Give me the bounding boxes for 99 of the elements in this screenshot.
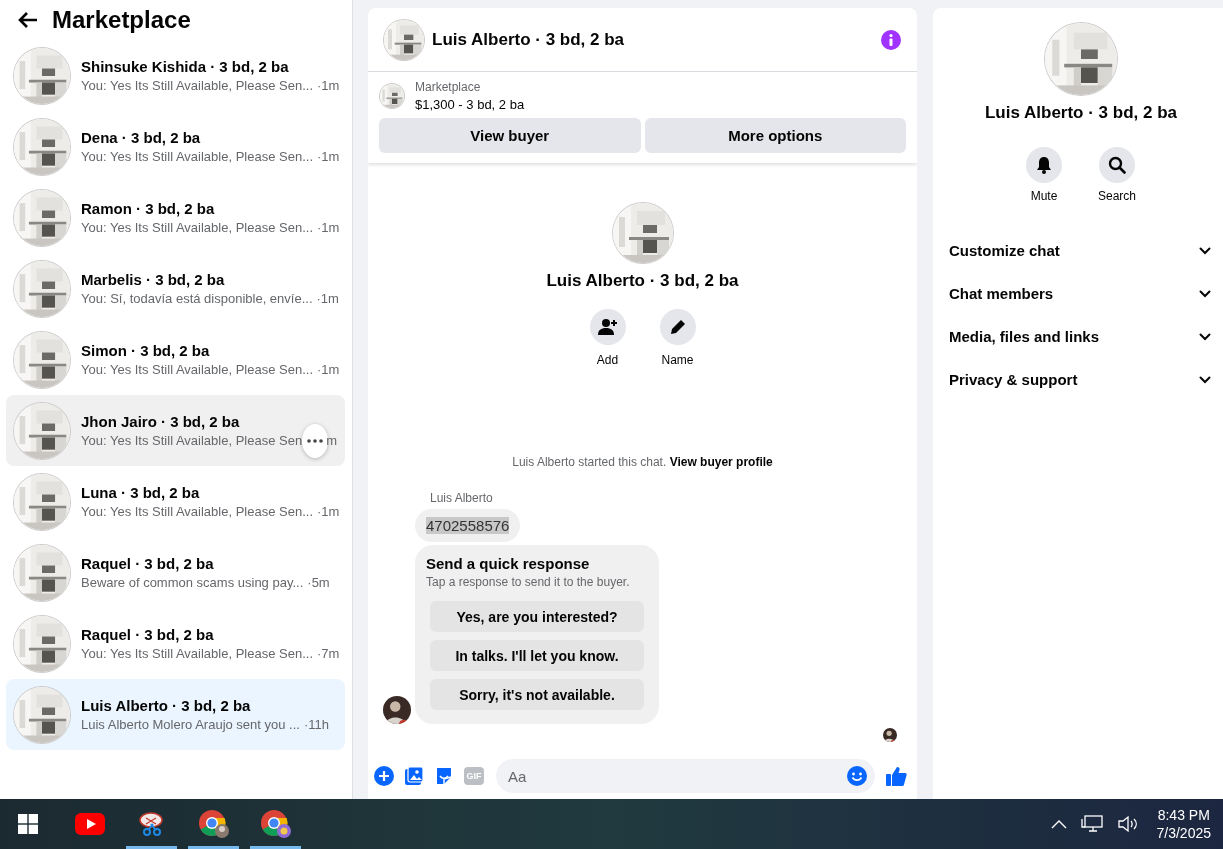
conversation-name: Raquel · 3 bd, 2 ba: [81, 555, 215, 572]
message-time: ·1m: [316, 291, 339, 306]
message-bubble: 4702558576: [415, 509, 521, 542]
emoji-icon[interactable]: [847, 766, 867, 786]
scissors-icon[interactable]: [137, 810, 166, 838]
conversation-name: Jhon Jairo · 3 bd, 2 ba: [81, 413, 241, 430]
video-play-icon[interactable]: [74, 813, 105, 835]
chat-title: Luis Alberto · 3 bd, 2 ba: [432, 29, 626, 50]
name-button[interactable]: [659, 309, 696, 345]
conversation-item[interactable]: Marbelis · 3 bd, 2 ba You: Sí, todavía está disponible, envíe... ·1m: [6, 253, 345, 324]
browser-icon[interactable]: [197, 809, 230, 839]
message-preview: You: Yes Its Still Available, Please Sen...: [81, 149, 313, 164]
listing-source: Marketplace: [415, 80, 482, 94]
conversation-name: Ramon · 3 bd, 2 ba: [81, 200, 216, 217]
clock-date: 7/3/2025: [1156, 826, 1211, 840]
conversation-item[interactable]: Luis Alberto · 3 bd, 2 ba Luis Alberto Molero Araujo sent you ... ·11h: [6, 679, 345, 750]
message-preview: Beware of common scams using pay...: [81, 575, 304, 590]
back-arrow-icon[interactable]: [18, 11, 38, 29]
message-time: ·1m: [317, 504, 340, 519]
message-time: ·1m: [317, 220, 340, 235]
chevron-down-icon: [1199, 375, 1211, 384]
action-label: Search: [1098, 189, 1136, 203]
quick-response-button[interactable]: Sorry, it's not available.: [430, 679, 644, 710]
message-field[interactable]: Aa: [496, 759, 875, 793]
conversation-name: Raquel · 3 bd, 2 ba: [81, 626, 215, 643]
section-header[interactable]: Customize chat: [949, 229, 1213, 272]
message-time: ·1m: [317, 78, 340, 93]
profile-name: Luis Alberto · 3 bd, 2 ba: [546, 271, 739, 291]
volume-icon[interactable]: [1116, 815, 1139, 833]
message-preview: You: Sí, todavía está disponible, envíe...: [81, 291, 313, 306]
avatar: [383, 696, 411, 724]
photo-icon[interactable]: [404, 766, 424, 786]
conversation-item[interactable]: Luna · 3 bd, 2 ba You: Yes Its Still Available, Please Sen... ·1m: [6, 466, 345, 537]
message-preview: Luis Alberto Molero Araujo sent you ...: [81, 717, 300, 732]
bell-icon: [1036, 156, 1052, 174]
quick-response-button[interactable]: Yes, are you interested?: [430, 601, 644, 632]
action-button[interactable]: More options: [644, 118, 906, 153]
add-button[interactable]: [589, 309, 626, 345]
section-header[interactable]: Privacy & support: [949, 358, 1213, 401]
clock-time: 8:43 PM: [1157, 808, 1210, 822]
avatar: [883, 728, 897, 742]
conversation-name: Luis Alberto · 3 bd, 2 ba: [81, 697, 252, 714]
add-person-icon: [597, 318, 618, 336]
conversation-name: Dena · 3 bd, 2 ba: [81, 129, 202, 146]
message-time: ·7m: [317, 646, 340, 661]
message-time: ·11h: [303, 717, 330, 732]
browser-icon[interactable]: [259, 809, 292, 839]
quick-response-subtitle: Tap a response to send it to the buyer.: [426, 575, 631, 589]
message-preview: You: Yes Its Still Available, Please Sen: [81, 433, 303, 448]
conversation-name: Luna · 3 bd, 2 ba: [81, 484, 201, 501]
page-title: Marketplace: [52, 6, 191, 34]
chevron-down-icon: [1199, 332, 1211, 341]
chevron-down-icon: [1199, 289, 1211, 298]
conversation-item[interactable]: Raquel · 3 bd, 2 ba You: Yes Its Still Available, Please Sen... ·7m: [6, 608, 345, 679]
quick-response-title: Send a quick response: [426, 555, 591, 572]
network-icon[interactable]: [1080, 815, 1103, 833]
message-preview: You: Yes Its Still Available, Please Sen...: [81, 362, 313, 377]
conversation-item[interactable]: Raquel · 3 bd, 2 ba Beware of common scams using pay... ·5m: [6, 537, 345, 608]
conversation-item[interactable]: Ramon · 3 bd, 2 ba You: Yes Its Still Available, Please Sen... ·1m: [6, 182, 345, 253]
conversation-item[interactable]: Dena · 3 bd, 2 ba You: Yes Its Still Available, Please Sen... ·1m: [6, 111, 345, 182]
message-time: ·1m: [317, 149, 340, 164]
sender-name: Luis Alberto: [430, 491, 494, 505]
view-buyer-profile-link[interactable]: View buyer profile: [669, 455, 773, 469]
conversation-item[interactable]: Shinsuke Kishida · 3 bd, 2 ba You: Yes Its Still Available, Please Sen... ·1m: [6, 40, 345, 111]
chat-started-notice: Luis Alberto started this chat. View buyer profile: [511, 455, 774, 469]
windows-start-icon[interactable]: [18, 814, 38, 834]
section-header[interactable]: Media, files and links: [949, 315, 1213, 358]
profile-name: Luis Alberto · 3 bd, 2 ba: [984, 103, 1178, 123]
conversation-item[interactable]: Simon · 3 bd, 2 ba You: Yes Its Still Available, Please Sen... ·1m: [6, 324, 345, 395]
message-time: m: [326, 433, 337, 448]
quick-response-button[interactable]: In talks. I'll let you know.: [430, 640, 644, 671]
info-icon[interactable]: [881, 29, 901, 50]
chevron-down-icon: [1199, 246, 1211, 255]
action-button[interactable]: View buyer: [379, 118, 641, 153]
action-label: Add: [596, 353, 619, 367]
conversation-item[interactable]: Jhon Jairo · 3 bd, 2 ba You: Yes Its Still Available, Please Sen m: [6, 395, 345, 466]
conversation-name: Simon · 3 bd, 2 ba: [81, 342, 211, 359]
chevron-up-icon[interactable]: [1050, 819, 1067, 829]
thumbs-up-icon[interactable]: [885, 765, 907, 787]
message-preview: You: Yes Its Still Available, Please Sen...: [81, 646, 313, 661]
section-header[interactable]: Chat members: [949, 272, 1213, 315]
search-icon: [1108, 156, 1126, 174]
listing-summary: $1,300 - 3 bd, 2 ba: [415, 97, 525, 112]
more-options-button[interactable]: [302, 423, 329, 458]
message-time: ·5m: [307, 575, 330, 590]
mute-button[interactable]: [1026, 147, 1062, 183]
action-label: Mute: [1030, 189, 1058, 203]
message-preview: You: Yes Its Still Available, Please Sen...: [81, 78, 313, 93]
search-button[interactable]: [1099, 147, 1135, 183]
plus-icon[interactable]: [374, 766, 394, 786]
message-preview: You: Yes Its Still Available, Please Sen...: [81, 504, 313, 519]
message-preview: You: Yes Its Still Available, Please Sen...: [81, 220, 313, 235]
message-time: ·1m: [317, 362, 340, 377]
pencil-icon: [668, 318, 687, 336]
action-label: Name: [661, 353, 694, 367]
conversation-name: Shinsuke Kishida · 3 bd, 2 ba: [81, 58, 290, 75]
conversation-name: Marbelis · 3 bd, 2 ba: [81, 271, 226, 288]
sticker-icon[interactable]: [434, 766, 454, 786]
more-icon: [307, 438, 324, 443]
